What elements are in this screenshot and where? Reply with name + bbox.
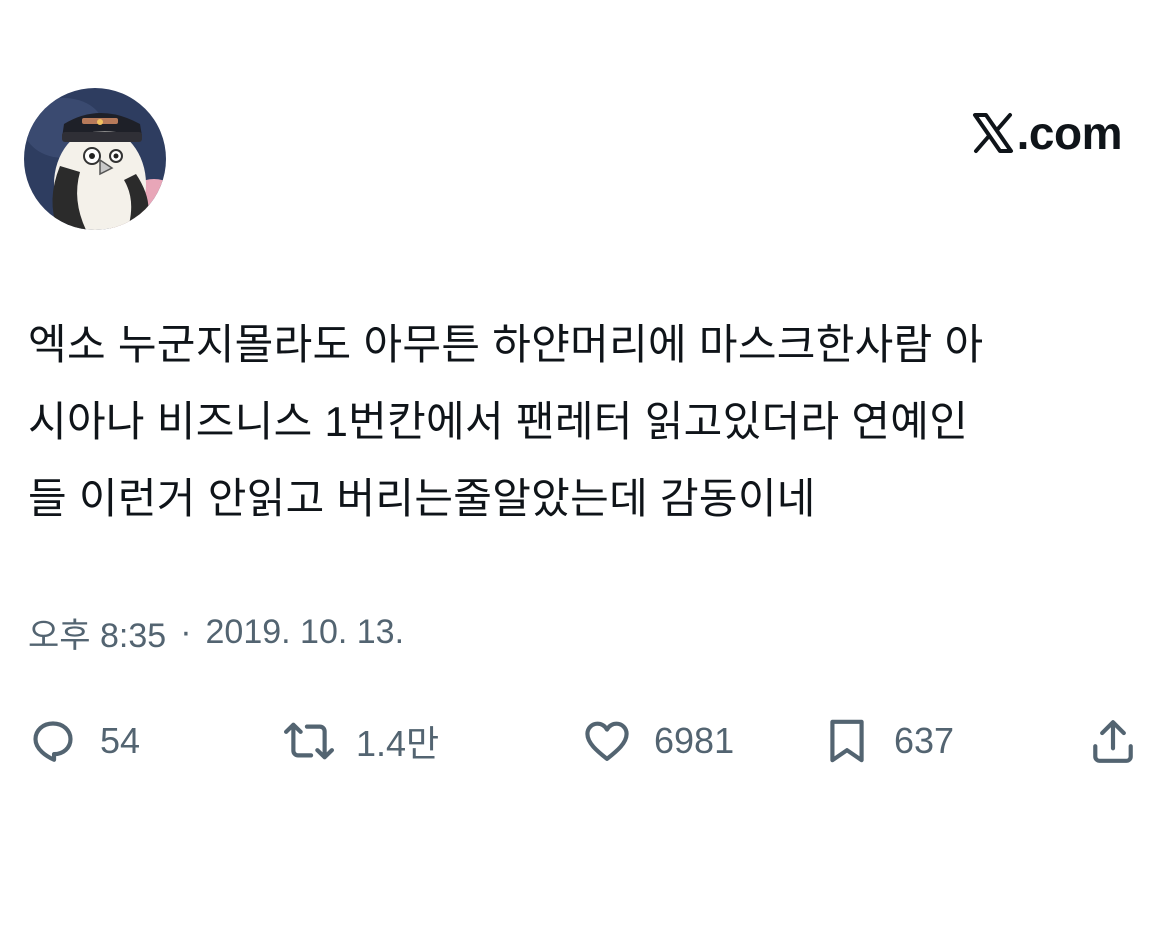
tweet-timestamp[interactable]: 오후 8:35 · 2019. 10. 13.: [28, 608, 404, 657]
bookmark-button[interactable]: 637: [822, 706, 954, 776]
tweet-text-line: 시아나 비즈니스 1번칸에서 팬레터 읽고있더라 연예인: [28, 398, 969, 445]
timestamp-separator: ·: [180, 613, 192, 651]
site-brand: .com: [971, 106, 1123, 160]
like-count: 6981: [654, 720, 735, 761]
retweet-icon: [284, 722, 334, 760]
like-button[interactable]: 6981: [582, 706, 734, 776]
tweet-actions-bar: 54 1.4만 6981 637: [0, 706, 1170, 776]
avatar[interactable]: [24, 88, 166, 230]
retweet-count: 1.4만: [356, 723, 440, 764]
brand-domain: .com: [1016, 107, 1123, 159]
share-icon: [1093, 720, 1133, 763]
penguin-captain-avatar-image: [24, 88, 166, 230]
heart-icon: [585, 721, 629, 761]
tweet-text-line: 들 이런거 안읽고 버리는줄알았는데 감동이네: [28, 475, 816, 522]
bookmark-icon: [830, 719, 864, 763]
tweet-time: 오후 8:35: [28, 617, 167, 655]
reply-button[interactable]: 54: [28, 706, 140, 776]
reply-count: 54: [100, 720, 141, 761]
retweet-button[interactable]: 1.4만: [284, 706, 439, 776]
share-button[interactable]: [1088, 706, 1138, 776]
bookmark-count: 637: [894, 720, 955, 761]
tweet-text-line: 엑소 누군지몰라도 아무튼 하얀머리에 마스크한사람 아: [28, 321, 984, 368]
x-logo-icon: [972, 113, 1013, 153]
tweet-text: 엑소 누군지몰라도 아무튼 하얀머리에 마스크한사람 아시아나 비즈니스 1번칸…: [28, 306, 1138, 537]
reply-icon: [33, 721, 73, 762]
tweet-date: 2019. 10. 13.: [205, 613, 405, 651]
